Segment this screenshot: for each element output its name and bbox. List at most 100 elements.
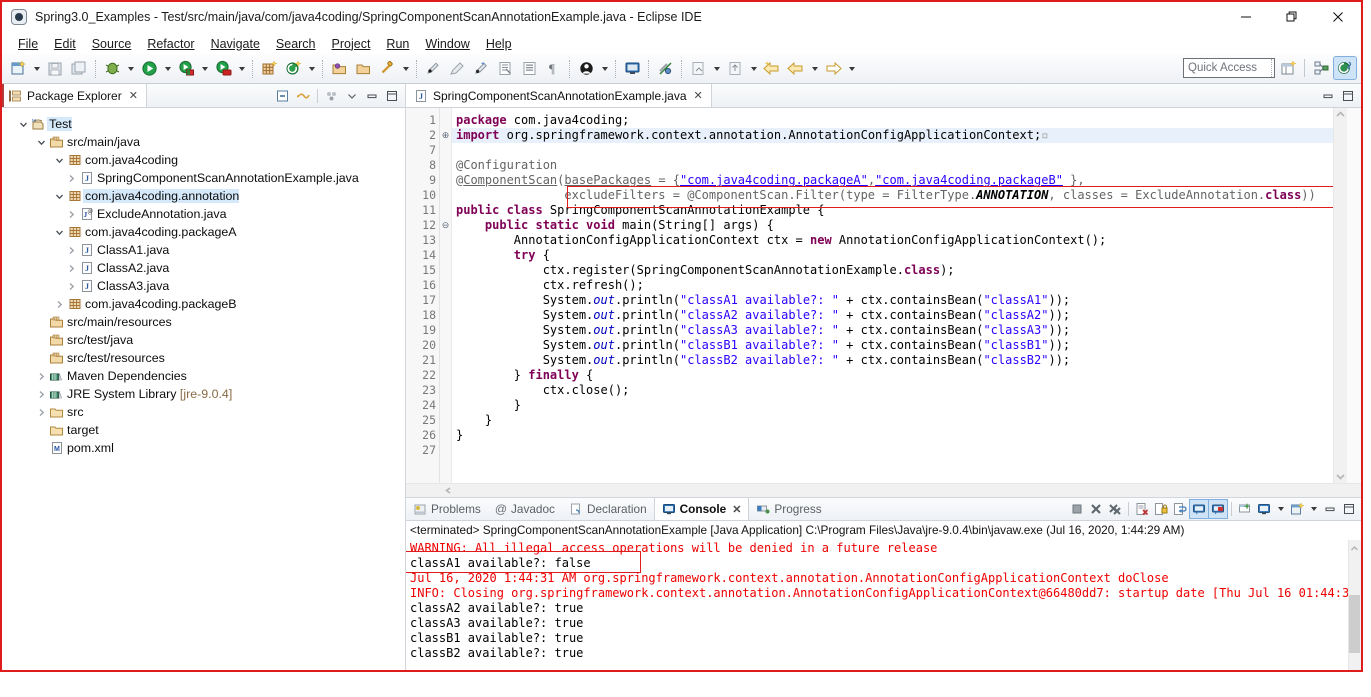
tree-row-com-java4coding-annotation[interactable]: com.java4coding.annotation bbox=[2, 187, 405, 205]
run-icon[interactable] bbox=[138, 58, 160, 80]
next-annotation-icon[interactable] bbox=[470, 58, 492, 80]
tree-row-com-java4coding-packageb[interactable]: com.java4coding.packageB bbox=[2, 295, 405, 313]
maximize-restore-button[interactable] bbox=[1269, 2, 1315, 32]
save-icon[interactable] bbox=[44, 58, 66, 80]
next-edit-dropdown[interactable] bbox=[710, 58, 723, 80]
run-external-dropdown[interactable] bbox=[198, 58, 211, 80]
tree-row-com-java4coding[interactable]: com.java4coding bbox=[2, 151, 405, 169]
minimize-button[interactable] bbox=[1223, 2, 1269, 32]
last-edit-location-icon[interactable] bbox=[724, 58, 746, 80]
tree-row-src-main-resources[interactable]: src/main/resources bbox=[2, 313, 405, 331]
terminate-icon[interactable] bbox=[1068, 500, 1086, 518]
new-java-class-dropdown[interactable] bbox=[305, 58, 318, 80]
project-tree[interactable]: M Test src/main/java com.java4coding J S… bbox=[2, 108, 405, 670]
editor-folding-ruler[interactable]: ⊕ ⊖ bbox=[440, 108, 452, 483]
menu-edit[interactable]: Edit bbox=[46, 36, 84, 52]
menu-help[interactable]: Help bbox=[478, 36, 520, 52]
twisty-down-icon[interactable] bbox=[52, 192, 66, 201]
forward-icon[interactable] bbox=[822, 58, 844, 80]
tree-row-src-test-java[interactable]: src/test/java bbox=[2, 331, 405, 349]
back-history-icon[interactable] bbox=[761, 58, 783, 80]
tree-row-classa1[interactable]: J ClassA1.java bbox=[2, 241, 405, 259]
maximize-icon[interactable] bbox=[1340, 500, 1358, 518]
tree-row-src-main-java[interactable]: src/main/java bbox=[2, 133, 405, 151]
show-console-on-output-icon[interactable] bbox=[1189, 499, 1209, 519]
quick-access-input[interactable]: Quick Access bbox=[1183, 58, 1275, 78]
editor-code-area[interactable]: package com.java4coding; import org.spri… bbox=[452, 108, 1333, 483]
save-all-icon[interactable] bbox=[68, 58, 90, 80]
twisty-down-icon[interactable] bbox=[16, 120, 30, 129]
menu-project[interactable]: Project bbox=[324, 36, 379, 52]
open-console-icon[interactable] bbox=[1288, 500, 1306, 518]
minimize-icon[interactable] bbox=[1321, 500, 1339, 518]
search-dropdown[interactable] bbox=[399, 58, 412, 80]
tree-row-src-test-resources[interactable]: src/test/resources bbox=[2, 349, 405, 367]
menu-file[interactable]: File bbox=[10, 36, 46, 52]
display-selected-console-dropdown[interactable] bbox=[1274, 498, 1287, 520]
forward-dropdown[interactable] bbox=[845, 58, 858, 80]
tab-problems[interactable]: Problems bbox=[406, 498, 488, 520]
word-wrap-icon[interactable] bbox=[1171, 500, 1189, 518]
back-dropdown[interactable] bbox=[808, 58, 821, 80]
twisty-right-icon[interactable] bbox=[34, 372, 48, 381]
twisty-right-icon[interactable] bbox=[52, 300, 66, 309]
tree-row-test[interactable]: M Test bbox=[2, 115, 405, 133]
tab-console[interactable]: Console ✕ bbox=[653, 498, 750, 520]
toggle-block-selection-icon[interactable] bbox=[494, 58, 516, 80]
console-vertical-scrollbar[interactable] bbox=[1348, 540, 1361, 670]
pilcrow-icon[interactable]: ¶ bbox=[542, 58, 564, 80]
editor-vertical-scrollbar[interactable] bbox=[1333, 108, 1347, 483]
menu-search[interactable]: Search bbox=[268, 36, 324, 52]
twisty-right-icon[interactable] bbox=[34, 390, 48, 399]
show-console-on-error-icon[interactable] bbox=[1208, 499, 1228, 519]
pin-console-icon[interactable] bbox=[1236, 500, 1254, 518]
twisty-right-icon[interactable] bbox=[64, 282, 78, 291]
tab-package-explorer[interactable]: Package Explorer ✕ bbox=[2, 84, 147, 107]
tree-row-classa3[interactable]: J ClassA3.java bbox=[2, 277, 405, 295]
tree-row-springcomponentscanannotationexample[interactable]: J SpringComponentScanAnnotationExample.j… bbox=[2, 169, 405, 187]
twisty-right-icon[interactable] bbox=[64, 210, 78, 219]
console-scroll-thumb[interactable] bbox=[1349, 595, 1360, 653]
tree-row-maven-dependencies[interactable]: Maven Dependencies bbox=[2, 367, 405, 385]
twisty-right-icon[interactable] bbox=[34, 408, 48, 417]
menu-navigate[interactable]: Navigate bbox=[203, 36, 268, 52]
maximize-icon[interactable] bbox=[1339, 87, 1357, 105]
tab-console-close[interactable]: ✕ bbox=[732, 503, 741, 516]
tree-row-src[interactable]: src bbox=[2, 403, 405, 421]
menu-refactor[interactable]: Refactor bbox=[139, 36, 202, 52]
user-icon[interactable] bbox=[575, 58, 597, 80]
twisty-down-icon[interactable] bbox=[34, 138, 48, 147]
show-source-quick-menu-icon[interactable] bbox=[518, 58, 540, 80]
console-output[interactable]: WARNING: All illegal access operations w… bbox=[406, 540, 1361, 670]
menu-window[interactable]: Window bbox=[417, 36, 477, 52]
search-icon[interactable] bbox=[376, 58, 398, 80]
tab-progress[interactable]: Progress bbox=[749, 498, 828, 520]
scroll-up-arrow-icon[interactable] bbox=[1335, 110, 1346, 119]
clear-console-icon[interactable] bbox=[1133, 500, 1151, 518]
package-explorer-tab-close[interactable]: ✕ bbox=[129, 89, 138, 102]
tab-javadoc[interactable]: @ Javadoc bbox=[488, 498, 562, 520]
open-console-dropdown[interactable] bbox=[1307, 498, 1320, 520]
new-java-class-icon[interactable] bbox=[282, 58, 304, 80]
twisty-down-icon[interactable] bbox=[52, 156, 66, 165]
coverage-dropdown[interactable] bbox=[235, 58, 248, 80]
scroll-down-arrow-icon[interactable] bbox=[1335, 472, 1346, 481]
open-task-icon[interactable] bbox=[352, 58, 374, 80]
menu-run[interactable]: Run bbox=[378, 36, 417, 52]
debug-icon[interactable] bbox=[101, 58, 123, 80]
last-edit-dropdown[interactable] bbox=[747, 58, 760, 80]
back-icon[interactable] bbox=[785, 58, 807, 80]
menu-source[interactable]: Source bbox=[84, 36, 140, 52]
marker-icon[interactable] bbox=[446, 58, 468, 80]
tab-declaration[interactable]: Declaration bbox=[562, 498, 654, 520]
twisty-right-icon[interactable] bbox=[64, 264, 78, 273]
open-type-icon[interactable] bbox=[328, 58, 350, 80]
user-dropdown[interactable] bbox=[598, 58, 611, 80]
tree-row-classa2[interactable]: J ClassA2.java bbox=[2, 259, 405, 277]
minimize-icon[interactable] bbox=[1319, 87, 1337, 105]
twisty-down-icon[interactable] bbox=[52, 228, 66, 237]
minimize-icon[interactable] bbox=[363, 87, 381, 105]
link-with-editor-icon[interactable] bbox=[294, 87, 312, 105]
close-button[interactable] bbox=[1315, 2, 1361, 32]
perspective-java-icon[interactable] bbox=[1333, 56, 1357, 80]
